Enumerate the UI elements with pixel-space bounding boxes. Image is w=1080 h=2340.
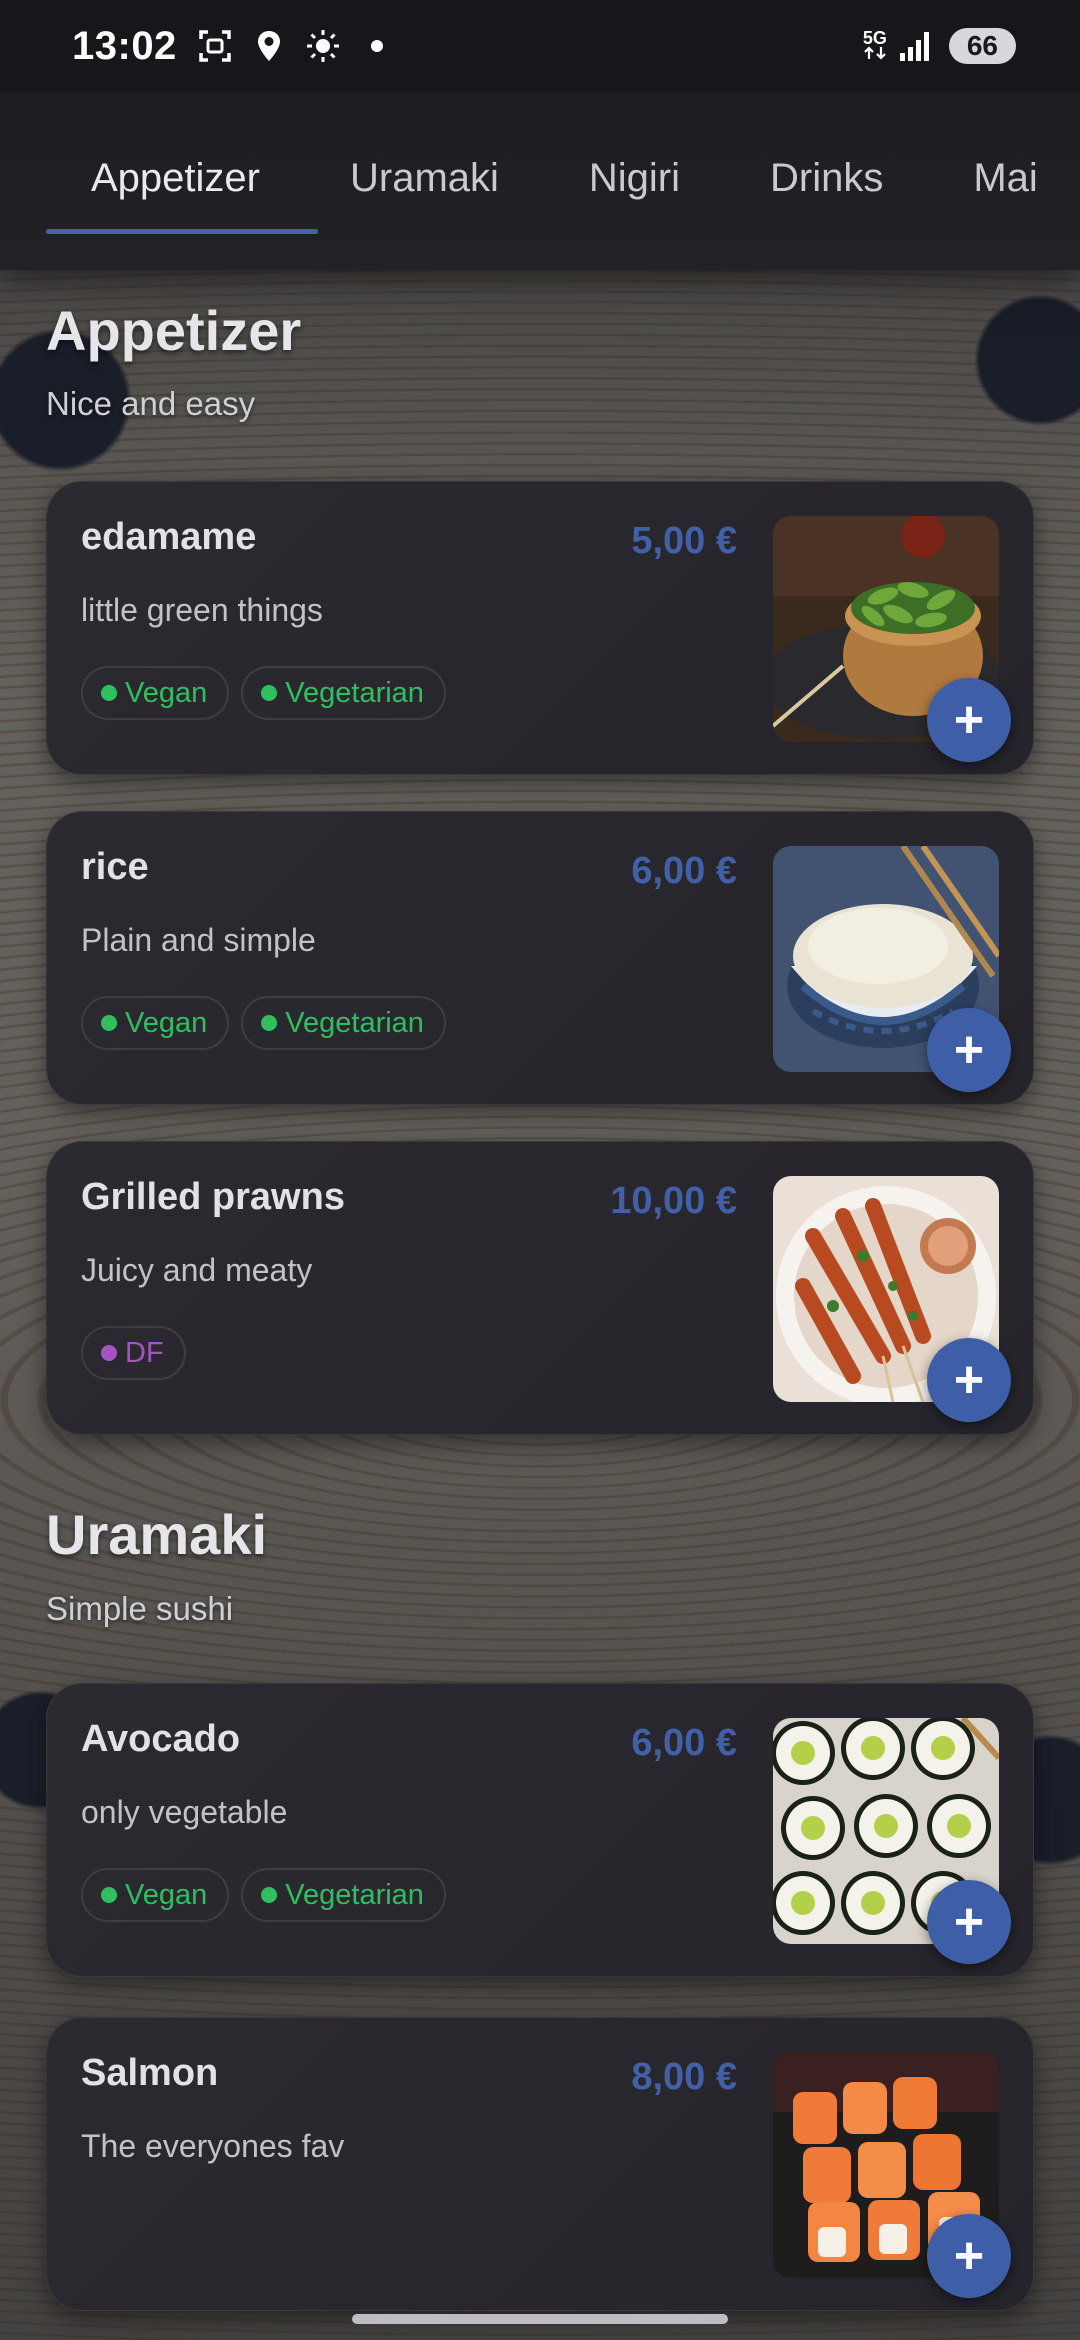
badge-vegetarian: Vegetarian	[241, 1868, 446, 1922]
menu-item-card[interactable]: Avocado 6,00 € only vegetable Vegan Vege…	[46, 1683, 1034, 1977]
badge-dot-icon	[261, 685, 278, 701]
item-description: little green things	[81, 592, 323, 628]
item-description: only vegetable	[81, 1794, 288, 1830]
item-price: 6,00 €	[631, 850, 737, 892]
badge-dairy-free: DF	[81, 1326, 186, 1380]
battery-indicator: 66	[948, 28, 1016, 64]
badge-vegetarian: Vegetarian	[241, 666, 446, 720]
badge-dot-icon	[101, 1015, 117, 1031]
network-type: 5G	[863, 29, 887, 62]
add-to-cart-button[interactable]: +	[927, 1338, 1011, 1422]
item-description: Juicy and meaty	[81, 1252, 313, 1288]
tab-drinks[interactable]: Drinks	[725, 148, 928, 208]
status-bar: 13:02 5G 66	[0, 0, 1080, 92]
badge-dot-icon	[261, 1015, 278, 1031]
item-name: Avocado	[81, 1718, 241, 1760]
tab-uramaki[interactable]: Uramaki	[305, 148, 544, 208]
section-subtitle-uramaki: Simple sushi	[46, 1590, 234, 1627]
tab-appetizer[interactable]: Appetizer	[46, 148, 305, 208]
badge-vegetarian: Vegetarian	[241, 996, 446, 1050]
badge-vegan: Vegan	[81, 996, 230, 1050]
badge-dot-icon	[101, 685, 117, 701]
notification-dot-icon	[359, 28, 395, 64]
badge-dot-icon	[261, 1887, 278, 1903]
status-time: 13:02	[72, 23, 177, 68]
home-gesture-bar[interactable]	[352, 2314, 728, 2324]
signal-icon	[897, 28, 933, 64]
badge-vegan: Vegan	[81, 1868, 230, 1922]
item-name: edamame	[81, 516, 257, 558]
menu-item-card[interactable]: rice 6,00 € Plain and simple Vegan Veget…	[46, 811, 1034, 1105]
tab-nigiri[interactable]: Nigiri	[544, 148, 725, 208]
menu-item-card[interactable]: edamame 5,00 € little green things Vegan…	[46, 481, 1034, 775]
item-price: 5,00 €	[631, 520, 737, 562]
badge-dot-icon	[101, 1887, 117, 1903]
section-subtitle-appetizer: Nice and easy	[46, 385, 256, 422]
category-tab-bar: Appetizer Uramaki Nigiri Drinks Mai	[0, 92, 1080, 270]
item-description: The everyones fav	[81, 2128, 345, 2164]
item-price: 6,00 €	[631, 1722, 737, 1764]
badge-vegan: Vegan	[81, 666, 230, 720]
location-icon	[251, 28, 287, 64]
menu-item-card[interactable]: Grilled prawns 10,00 € Juicy and meaty D…	[46, 1141, 1034, 1435]
section-title-appetizer: Appetizer	[46, 299, 302, 362]
add-to-cart-button[interactable]: +	[927, 2214, 1011, 2298]
brightness-icon	[305, 28, 341, 64]
screenshot-icon	[197, 28, 233, 64]
badge-dot-icon	[101, 1345, 117, 1361]
item-name: Salmon	[81, 2052, 219, 2094]
tab-main[interactable]: Mai	[928, 148, 1080, 208]
item-description: Plain and simple	[81, 922, 316, 958]
item-name: Grilled prawns	[81, 1176, 345, 1218]
add-to-cart-button[interactable]: +	[927, 1008, 1011, 1092]
item-name: rice	[81, 846, 149, 888]
menu-item-card[interactable]: Salmon 8,00 € The everyones fav +	[46, 2017, 1034, 2311]
item-price: 10,00 €	[610, 1180, 737, 1222]
add-to-cart-button[interactable]: +	[927, 678, 1011, 762]
active-tab-indicator	[46, 229, 318, 234]
item-price: 8,00 €	[631, 2056, 737, 2098]
section-title-uramaki: Uramaki	[46, 1503, 268, 1566]
add-to-cart-button[interactable]: +	[927, 1880, 1011, 1964]
